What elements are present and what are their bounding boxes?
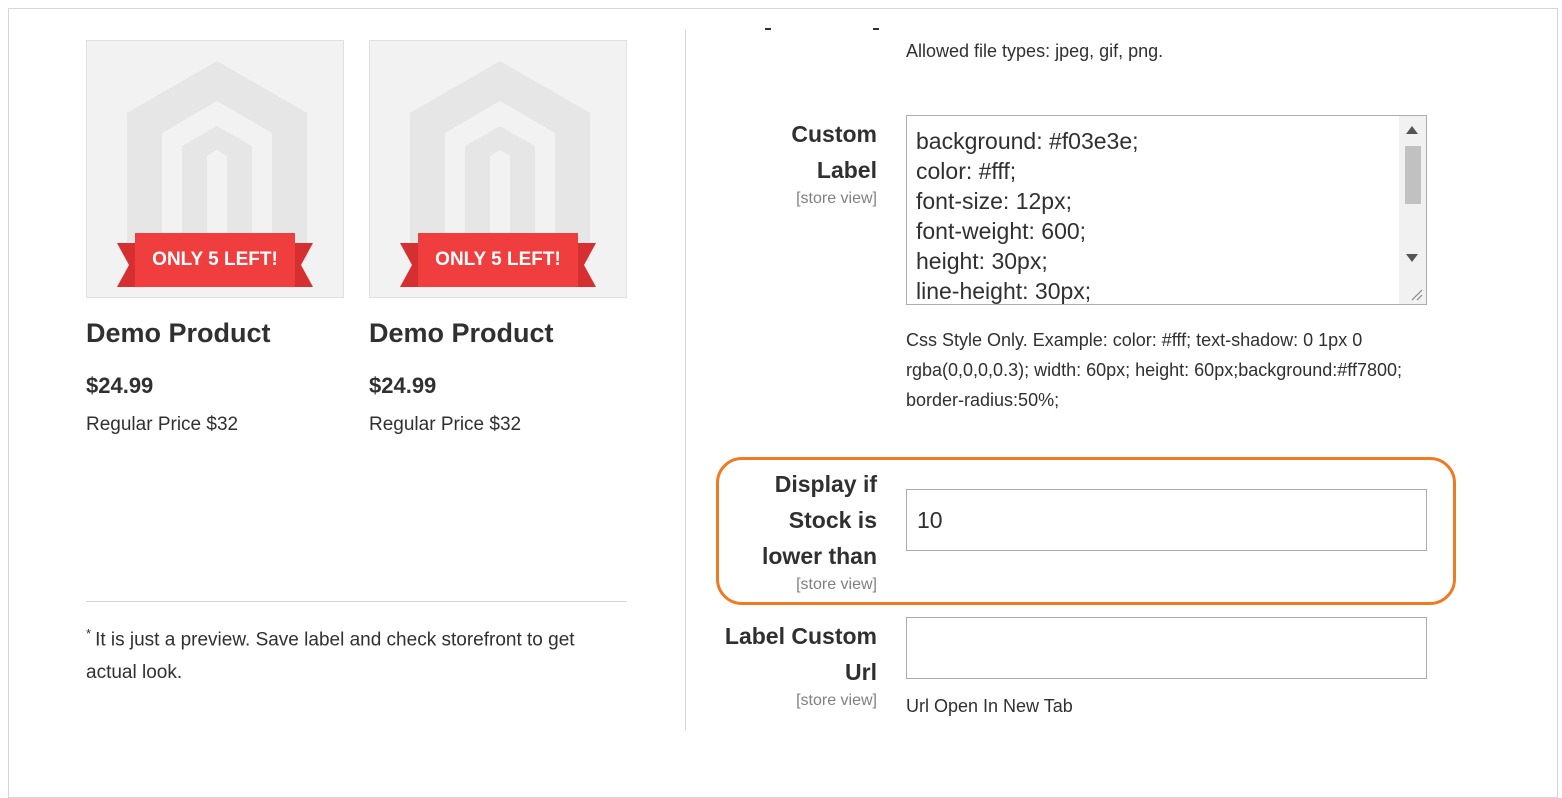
magento-logo-icon xyxy=(410,61,590,261)
stock-threshold-label-text: Display if Stock is lower than xyxy=(761,471,877,569)
product-regular-price: Regular Price $32 xyxy=(86,414,239,435)
custom-url-scope: [store view] xyxy=(796,692,877,709)
resize-grip-icon[interactable] xyxy=(1409,287,1423,301)
custom-url-label: Label Custom Url [store view] xyxy=(717,618,877,712)
custom-url-input[interactable] xyxy=(906,617,1427,679)
scroll-up-icon[interactable] xyxy=(1406,126,1418,134)
clipped-label-remnant xyxy=(765,28,879,30)
stock-threshold-input[interactable]: 10 xyxy=(906,489,1427,551)
custom-label-value: background: #f03e3e; color: #fff; font-s… xyxy=(916,128,1139,304)
custom-label-note: Css Style Only. Example: color: #fff; te… xyxy=(906,330,1403,410)
custom-label-scope: [store view] xyxy=(796,190,877,207)
magento-logo-icon xyxy=(127,61,307,261)
preview-note: * It is just a preview. Save label and ch… xyxy=(86,617,606,689)
custom-label-textarea[interactable]: background: #f03e3e; color: #fff; font-s… xyxy=(906,115,1427,305)
custom-label-label-text: Custom Label xyxy=(791,121,877,183)
product-image: ONLY 5 LEFT! xyxy=(369,40,627,298)
image-upload-note: Allowed file types: jpeg, gif, png. xyxy=(906,41,1164,61)
stock-threshold-scope: [store view] xyxy=(796,576,877,593)
custom-url-label-text: Label Custom Url xyxy=(724,623,877,685)
stock-badge: ONLY 5 LEFT! xyxy=(117,233,313,287)
product-price: $24.99 xyxy=(86,373,154,398)
custom-url-note: Url Open In New Tab xyxy=(906,696,1073,716)
stock-threshold-label: Display if Stock is lower than [store vi… xyxy=(727,466,877,596)
scroll-down-icon[interactable] xyxy=(1406,254,1418,262)
product-image: ONLY 5 LEFT! xyxy=(86,40,344,298)
column-divider xyxy=(685,30,686,730)
preview-note-text: It is just a preview. Save label and che… xyxy=(86,629,575,684)
note-asterisk: * xyxy=(86,626,92,641)
divider xyxy=(86,601,627,602)
product-price: $24.99 xyxy=(369,373,437,398)
textarea-scrollbar[interactable] xyxy=(1399,116,1426,304)
product-name: Demo Product xyxy=(369,318,554,348)
custom-label-label: Custom Label [store view] xyxy=(757,116,877,210)
scroll-thumb[interactable] xyxy=(1405,146,1421,204)
product-regular-price: Regular Price $32 xyxy=(369,414,522,435)
stock-badge: ONLY 5 LEFT! xyxy=(400,233,596,287)
stock-badge-text: ONLY 5 LEFT! xyxy=(135,233,295,287)
stock-badge-text: ONLY 5 LEFT! xyxy=(418,233,578,287)
product-name: Demo Product xyxy=(86,318,271,348)
